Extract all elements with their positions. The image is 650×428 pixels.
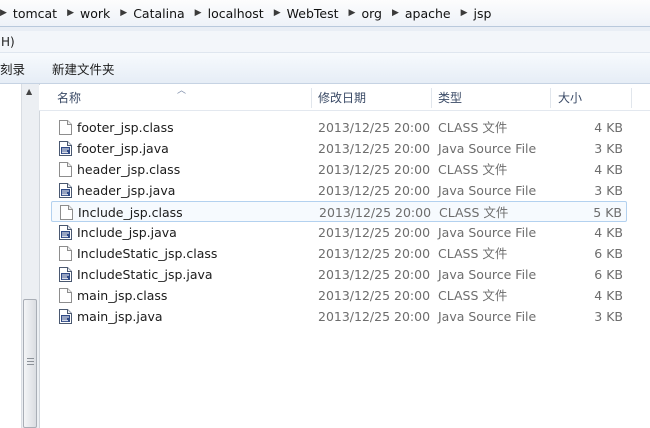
breadcrumb-item[interactable]: jsp	[474, 6, 492, 21]
address-bar[interactable]: ▶ tomcat ▶ work ▶ Catalina ▶ localhost ▶ WebTest ▶…	[0, 0, 650, 27]
file-size: 4 KB	[594, 225, 623, 240]
column-header-size[interactable]: 大小	[558, 85, 582, 110]
column-header-row: 名称 ︿ 修改日期 类型 大小	[39, 85, 650, 111]
breadcrumb-chevron-icon[interactable]: ▶	[195, 8, 202, 18]
column-divider[interactable]	[631, 88, 632, 108]
file-name[interactable]: Include_jsp.class	[78, 202, 183, 223]
file-type: CLASS 文件	[438, 162, 508, 177]
breadcrumb-item[interactable]: Catalina	[133, 6, 184, 21]
file-type: CLASS 文件	[438, 288, 508, 303]
navigation-scrollbar[interactable]: ▲	[21, 84, 40, 428]
file-date: 2013/12/25 20:00	[318, 141, 431, 156]
file-row[interactable]: footer_jsp.java 2013/12/25 20:00 Java Sour…	[51, 138, 627, 159]
java-file-icon	[59, 309, 72, 324]
file-type: Java Source File	[438, 267, 537, 282]
file-type: Java Source File	[438, 225, 537, 240]
breadcrumb-item[interactable]: localhost	[208, 6, 264, 21]
column-divider[interactable]	[431, 88, 432, 108]
breadcrumb-chevron-icon[interactable]: ▶	[274, 8, 281, 18]
breadcrumb-item[interactable]: org	[361, 6, 382, 21]
column-header-date[interactable]: 修改日期	[318, 85, 366, 110]
menu-bar: H)	[0, 31, 650, 53]
breadcrumb: ▶ tomcat ▶ work ▶ Catalina ▶ localhost ▶ WebTest ▶…	[0, 6, 499, 21]
breadcrumb-item[interactable]: apache	[405, 6, 451, 21]
breadcrumb-chevron-icon[interactable]: ▶	[67, 8, 74, 18]
file-name[interactable]: footer_jsp.class	[77, 117, 174, 138]
file-size: 6 KB	[594, 267, 623, 282]
file-row[interactable]: Include_jsp.class 2013/12/25 20:00 CLASS 文…	[51, 201, 627, 222]
breadcrumb-item[interactable]: work	[80, 6, 110, 21]
file-row[interactable]: header_jsp.java 2013/12/25 20:00 Java Sour…	[51, 180, 627, 201]
file-date: 2013/12/25 20:00	[318, 246, 431, 261]
file-date: 2013/12/25 20:00	[319, 205, 432, 220]
file-date: 2013/12/25 20:00	[318, 267, 431, 282]
file-row[interactable]: header_jsp.class 2013/12/25 20:00 CLASS 文件…	[51, 159, 627, 180]
file-size: 3 KB	[594, 141, 623, 156]
file-size: 4 KB	[594, 162, 623, 177]
file-name[interactable]: header_jsp.class	[77, 159, 180, 180]
java-file-icon	[59, 267, 72, 282]
column-divider[interactable]	[311, 88, 312, 108]
navigation-pane[interactable]	[0, 84, 21, 428]
file-type: CLASS 文件	[438, 246, 508, 261]
file-name[interactable]: main_jsp.java	[77, 306, 163, 327]
file-date: 2013/12/25 20:00	[318, 162, 431, 177]
breadcrumb-chevron-icon[interactable]: ▶	[392, 8, 399, 18]
file-name[interactable]: header_jsp.java	[77, 180, 175, 201]
command-toolbar: 刻录 新建文件夹	[0, 53, 650, 84]
file-row[interactable]: IncludeStatic_jsp.java 2013/12/25 20:00 Ja…	[51, 264, 627, 285]
file-size: 5 KB	[593, 205, 622, 220]
file-name[interactable]: Include_jsp.java	[77, 222, 177, 243]
breadcrumb-chevron-icon[interactable]: ▶	[0, 8, 7, 18]
java-file-icon	[59, 225, 72, 240]
class-file-icon	[59, 120, 72, 135]
file-size: 3 KB	[594, 309, 623, 324]
java-file-icon	[59, 183, 72, 198]
file-type: Java Source File	[438, 309, 537, 324]
file-row[interactable]: footer_jsp.class 2013/12/25 20:00 CLASS 文件…	[51, 117, 627, 138]
breadcrumb-chevron-icon[interactable]: ▶	[120, 8, 127, 18]
class-file-icon	[60, 205, 73, 220]
class-file-icon	[59, 288, 72, 303]
file-date: 2013/12/25 20:00	[318, 120, 431, 135]
scrollbar-grip-icon	[27, 358, 34, 366]
column-header-name[interactable]: 名称	[57, 85, 81, 110]
file-date: 2013/12/25 20:00	[318, 225, 431, 240]
new-folder-button[interactable]: 新建文件夹	[52, 59, 115, 78]
file-size: 4 KB	[594, 120, 623, 135]
file-date: 2013/12/25 20:00	[318, 288, 431, 303]
file-type: Java Source File	[438, 183, 537, 198]
scrollbar-thumb[interactable]	[23, 299, 37, 428]
file-row[interactable]: Include_jsp.java 2013/12/25 20:00 Java Sou…	[51, 222, 627, 243]
class-file-icon	[59, 246, 72, 261]
file-row[interactable]: main_jsp.java 2013/12/25 20:00 Java Source…	[51, 306, 627, 327]
file-name[interactable]: IncludeStatic_jsp.class	[77, 243, 217, 264]
file-date: 2013/12/25 20:00	[318, 309, 431, 324]
breadcrumb-chevron-icon[interactable]: ▶	[461, 8, 468, 18]
burn-button[interactable]: 刻录	[0, 59, 25, 78]
java-file-icon	[59, 141, 72, 156]
scroll-up-arrow-icon[interactable]: ▲	[26, 87, 32, 96]
file-type: Java Source File	[438, 141, 537, 156]
breadcrumb-item[interactable]: WebTest	[287, 6, 339, 21]
file-type: CLASS 文件	[438, 120, 508, 135]
column-divider[interactable]	[550, 88, 551, 108]
menu-help[interactable]: H)	[0, 35, 15, 49]
file-size: 4 KB	[594, 288, 623, 303]
file-row[interactable]: IncludeStatic_jsp.class 2013/12/25 20:00 C…	[51, 243, 627, 264]
file-name[interactable]: footer_jsp.java	[77, 138, 169, 159]
class-file-icon	[59, 162, 72, 177]
breadcrumb-item[interactable]: tomcat	[13, 6, 57, 21]
file-size: 3 KB	[594, 183, 623, 198]
breadcrumb-chevron-icon[interactable]: ▶	[349, 8, 356, 18]
file-row[interactable]: main_jsp.class 2013/12/25 20:00 CLASS 文件 4 …	[51, 285, 627, 306]
file-name[interactable]: IncludeStatic_jsp.java	[77, 264, 213, 285]
sort-ascending-icon: ︿	[177, 86, 187, 96]
file-size: 6 KB	[594, 246, 623, 261]
file-date: 2013/12/25 20:00	[318, 183, 431, 198]
file-type: CLASS 文件	[439, 205, 509, 220]
file-name[interactable]: main_jsp.class	[77, 285, 167, 306]
column-header-type[interactable]: 类型	[438, 85, 462, 110]
